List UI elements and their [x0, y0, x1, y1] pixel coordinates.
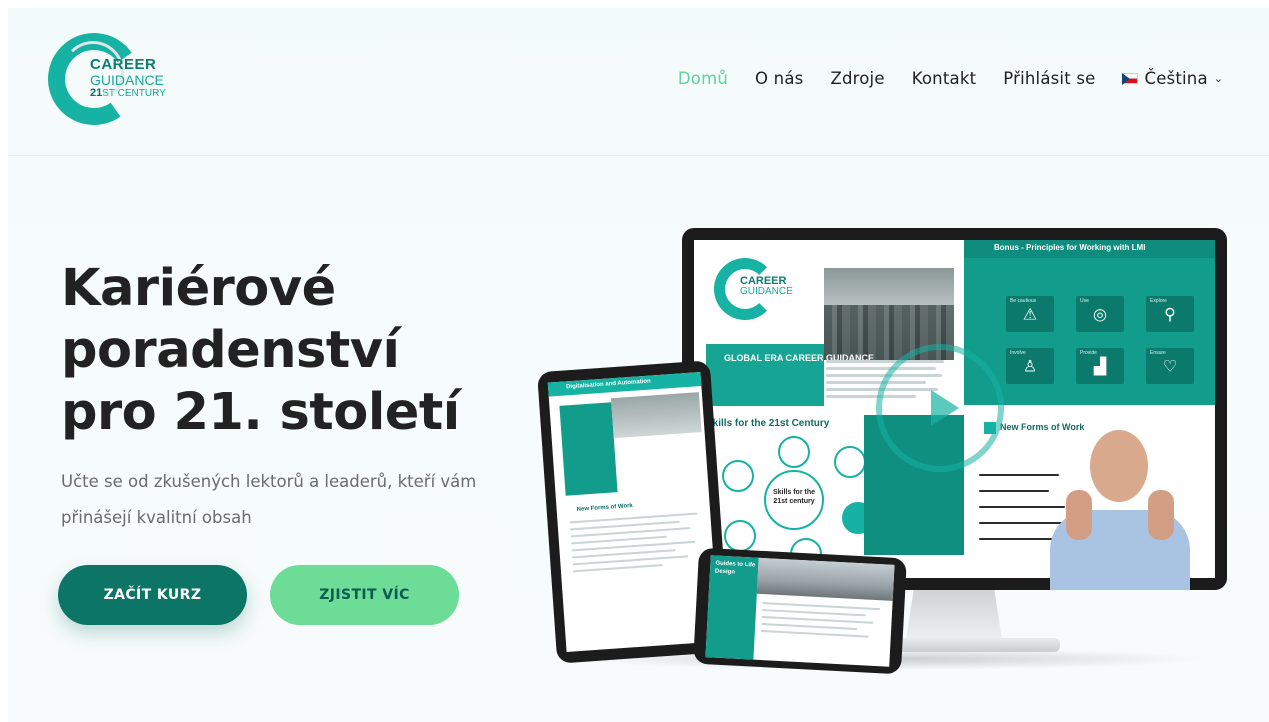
nav-item-home[interactable]: Domů — [678, 69, 728, 88]
tile-search: Explore ⚲ — [1146, 296, 1194, 332]
logo-line-1: CAREER — [90, 56, 157, 73]
nav-item-resources[interactable]: Zdroje — [830, 69, 884, 88]
tile-warning: Be cautious ⚠ — [1006, 296, 1054, 332]
learn-more-button[interactable]: ZJISTIT VÍC — [270, 565, 459, 625]
monitor-stand — [906, 590, 1002, 640]
screen-right-title: Bonus - Principles for Working with LMI — [994, 243, 1146, 252]
phone-green-panel: Guides to Life Design — [705, 555, 759, 660]
chart-icon: ▟ — [1093, 356, 1107, 376]
site-header: CAREER GUIDANCE 21ST CENTURY Domů O nás … — [8, 8, 1269, 156]
play-icon[interactable] — [931, 390, 959, 426]
hero-title-line-2: poradenství — [61, 321, 400, 380]
skills-center-node: Skills for the 21st century — [764, 470, 824, 530]
presenter-head — [1090, 430, 1148, 502]
language-switcher[interactable]: Čeština ⌄ — [1122, 69, 1223, 88]
phone-mockup: Guides to Life Design — [693, 547, 907, 675]
logo-line-3: 21ST CENTURY — [90, 88, 166, 99]
phone-title: Guides to Life Design — [714, 560, 756, 576]
logo-suffix: ST CENTURY — [102, 88, 166, 99]
skills-center-label: Skills for the 21st century — [772, 489, 815, 505]
start-course-button[interactable]: ZAČÍT KURZ — [58, 565, 247, 625]
skill-node — [834, 446, 866, 478]
logo-line-2: GUIDANCE — [90, 72, 164, 88]
thumbs-up-right-icon — [1148, 490, 1174, 540]
tablet-text-lines — [569, 512, 704, 577]
screen-logo-text: CAREER GUIDANCE — [740, 276, 793, 297]
logo-text: CAREER GUIDANCE 21ST CENTURY — [90, 57, 166, 99]
tile-person: Involve ♙ — [1006, 348, 1054, 384]
tablet-green-panel — [559, 402, 618, 496]
warning-icon: ⚠ — [1022, 304, 1038, 324]
skill-node — [724, 520, 756, 552]
page: CAREER GUIDANCE 21ST CENTURY Domů O nás … — [8, 8, 1269, 722]
search-icon: ⚲ — [1164, 304, 1176, 324]
czech-flag-icon — [1122, 73, 1139, 85]
person-icon: ♙ — [1022, 356, 1038, 376]
language-label[interactable]: Čeština — [1144, 69, 1207, 88]
thumbs-up-left-icon — [1066, 490, 1092, 540]
hero-title: Kariérové poradenství pro 21. století — [61, 258, 501, 444]
hero-title-line-1: Kariérové — [61, 259, 336, 318]
site-logo[interactable]: CAREER GUIDANCE 21ST CENTURY — [40, 25, 168, 133]
main-nav: Domů O nás Zdroje Kontakt Přihlásit se Č… — [678, 69, 1223, 88]
hero-subtitle: Učte se od zkušených lektorů a leaderů, … — [61, 472, 477, 527]
phone-text-lines — [760, 602, 883, 643]
tile-heart: Ensure ♡ — [1146, 348, 1194, 384]
screen-logo-line-2: GUIDANCE — [740, 286, 793, 297]
heart-icon: ♡ — [1162, 356, 1178, 376]
nav-item-contact[interactable]: Kontakt — [912, 69, 977, 88]
target-icon: ◎ — [1093, 304, 1107, 324]
tablet-screen: Digitalisation and Automation New Forms … — [547, 371, 720, 653]
road-image — [756, 557, 895, 601]
tile-target: Use ◎ — [1076, 296, 1124, 332]
screen-section-skills: Skills for the 21st Century — [706, 418, 830, 429]
nav-item-login[interactable]: Přihlásit se — [1003, 69, 1095, 88]
hero-title-line-3: pro 21. století — [61, 383, 460, 442]
chevron-down-icon: ⌄ — [1213, 72, 1223, 85]
tablet-photo — [611, 392, 702, 439]
skill-node — [778, 436, 810, 468]
tablet-title: Digitalisation and Automation — [565, 378, 651, 391]
skill-node — [722, 460, 754, 492]
presenter-photo — [1040, 422, 1200, 590]
logo-number: 21 — [90, 87, 103, 99]
phone-screen: Guides to Life Design — [705, 555, 895, 667]
tile-chart: Provide ▟ — [1076, 348, 1124, 384]
nav-item-about[interactable]: O nás — [755, 69, 803, 88]
tablet-section-title: New Forms of Work — [576, 503, 634, 513]
